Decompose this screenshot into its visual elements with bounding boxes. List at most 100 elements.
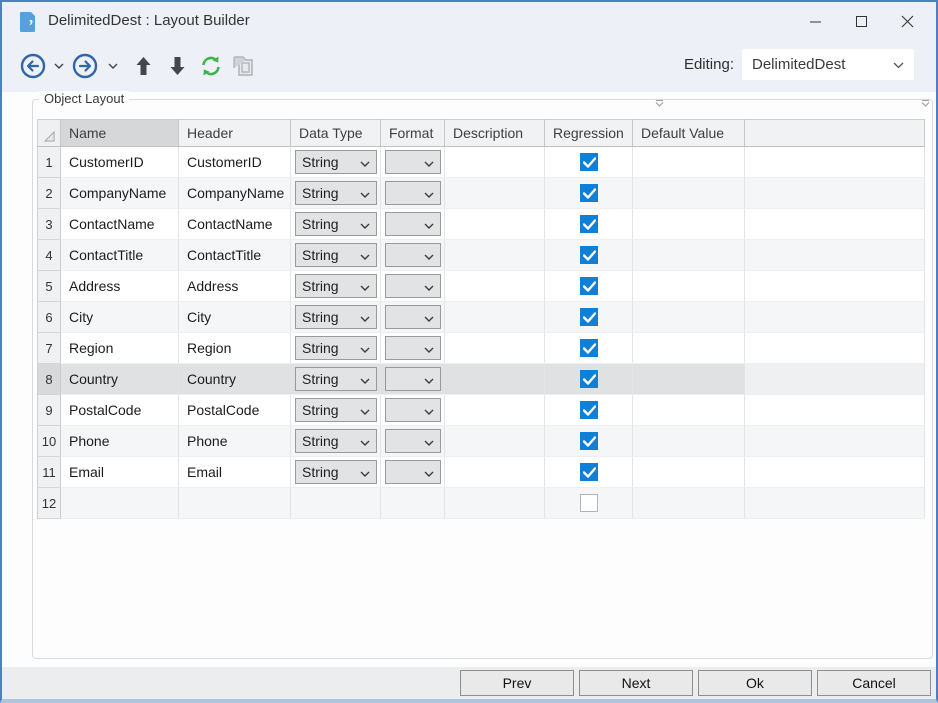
name-cell[interactable]: City [61,302,179,333]
default-value-cell[interactable] [633,457,745,488]
data-type-cell[interactable]: String [291,395,381,426]
back-button[interactable] [18,51,48,81]
data-type-dropdown[interactable]: String [295,460,377,484]
move-up-button[interactable] [126,51,160,81]
regression-cell[interactable] [545,147,633,178]
row-number-cell[interactable]: 4 [38,240,61,271]
header-cell[interactable] [179,488,291,519]
header-cell[interactable]: Country [179,364,291,395]
regression-checkbox[interactable] [580,370,598,388]
description-cell[interactable] [445,209,545,240]
description-cell[interactable] [445,271,545,302]
editing-dropdown[interactable]: DelimitedDest [742,49,914,80]
name-cell[interactable]: ContactName [61,209,179,240]
format-cell[interactable] [381,271,445,302]
column-header-regression[interactable]: Regression [545,120,633,147]
format-dropdown[interactable] [385,274,441,298]
data-type-cell[interactable]: String [291,333,381,364]
data-type-cell[interactable]: String [291,209,381,240]
regression-cell[interactable] [545,178,633,209]
row-number-cell[interactable]: 2 [38,178,61,209]
data-type-cell[interactable]: String [291,147,381,178]
regression-checkbox[interactable] [580,153,598,171]
regression-checkbox[interactable] [580,215,598,233]
row-number-cell[interactable]: 11 [38,457,61,488]
regression-checkbox[interactable] [580,432,598,450]
column-header-name[interactable]: Name [61,120,179,147]
row-number-cell[interactable]: 3 [38,209,61,240]
description-cell[interactable] [445,364,545,395]
regression-checkbox[interactable] [580,246,598,264]
row-number-cell[interactable]: 7 [38,333,61,364]
row-number-cell[interactable]: 12 [38,488,61,519]
default-value-cell[interactable] [633,488,745,519]
select-all-corner[interactable] [38,120,61,147]
default-value-cell[interactable] [633,364,745,395]
data-type-dropdown[interactable]: String [295,243,377,267]
row-number-cell[interactable]: 9 [38,395,61,426]
default-value-cell[interactable] [633,333,745,364]
format-dropdown[interactable] [385,460,441,484]
header-cell[interactable]: ContactTitle [179,240,291,271]
regression-cell[interactable] [545,271,633,302]
data-type-cell[interactable] [291,488,381,519]
regression-cell[interactable] [545,209,633,240]
data-type-dropdown[interactable]: String [295,367,377,391]
default-value-cell[interactable] [633,302,745,333]
column-header-default-value[interactable]: Default Value [633,120,745,147]
name-cell[interactable]: Country [61,364,179,395]
header-cell[interactable]: PostalCode [179,395,291,426]
description-cell[interactable] [445,488,545,519]
data-type-cell[interactable]: String [291,240,381,271]
default-value-cell[interactable] [633,209,745,240]
description-cell[interactable] [445,457,545,488]
column-header-format[interactable]: Format [381,120,445,147]
description-cell[interactable] [445,302,545,333]
regression-checkbox[interactable] [580,494,598,512]
close-button[interactable] [884,2,930,40]
default-value-cell[interactable] [633,426,745,457]
cancel-button[interactable]: Cancel [817,670,931,696]
data-type-dropdown[interactable]: String [295,429,377,453]
regression-cell[interactable] [545,302,633,333]
row-number-cell[interactable]: 6 [38,302,61,333]
data-type-cell[interactable]: String [291,457,381,488]
format-cell[interactable] [381,488,445,519]
regression-checkbox[interactable] [580,277,598,295]
data-type-dropdown[interactable]: String [295,181,377,205]
header-cell[interactable]: CustomerID [179,147,291,178]
data-type-dropdown[interactable]: String [295,398,377,422]
refresh-button[interactable] [194,51,228,81]
default-value-cell[interactable] [633,395,745,426]
default-value-cell[interactable] [633,271,745,302]
data-type-dropdown[interactable]: String [295,305,377,329]
format-cell[interactable] [381,147,445,178]
description-cell[interactable] [445,178,545,209]
description-cell[interactable] [445,333,545,364]
header-cell[interactable]: Region [179,333,291,364]
name-cell[interactable]: CustomerID [61,147,179,178]
data-type-dropdown[interactable]: String [295,336,377,360]
regression-cell[interactable] [545,240,633,271]
row-number-cell[interactable]: 5 [38,271,61,302]
header-cell[interactable]: Email [179,457,291,488]
default-value-cell[interactable] [633,147,745,178]
regression-cell[interactable] [545,395,633,426]
default-value-cell[interactable] [633,240,745,271]
copy-layout-button-disabled[interactable] [228,51,258,81]
row-number-cell[interactable]: 10 [38,426,61,457]
name-cell[interactable]: Region [61,333,179,364]
format-dropdown[interactable] [385,367,441,391]
description-cell[interactable] [445,147,545,178]
regression-checkbox[interactable] [580,308,598,326]
format-dropdown[interactable] [385,181,441,205]
minimize-button[interactable] [792,2,838,40]
format-cell[interactable] [381,302,445,333]
format-dropdown[interactable] [385,398,441,422]
format-dropdown[interactable] [385,429,441,453]
data-type-dropdown[interactable]: String [295,212,377,236]
default-value-cell[interactable] [633,178,745,209]
format-dropdown[interactable] [385,150,441,174]
format-dropdown[interactable] [385,243,441,267]
regression-cell[interactable] [545,426,633,457]
